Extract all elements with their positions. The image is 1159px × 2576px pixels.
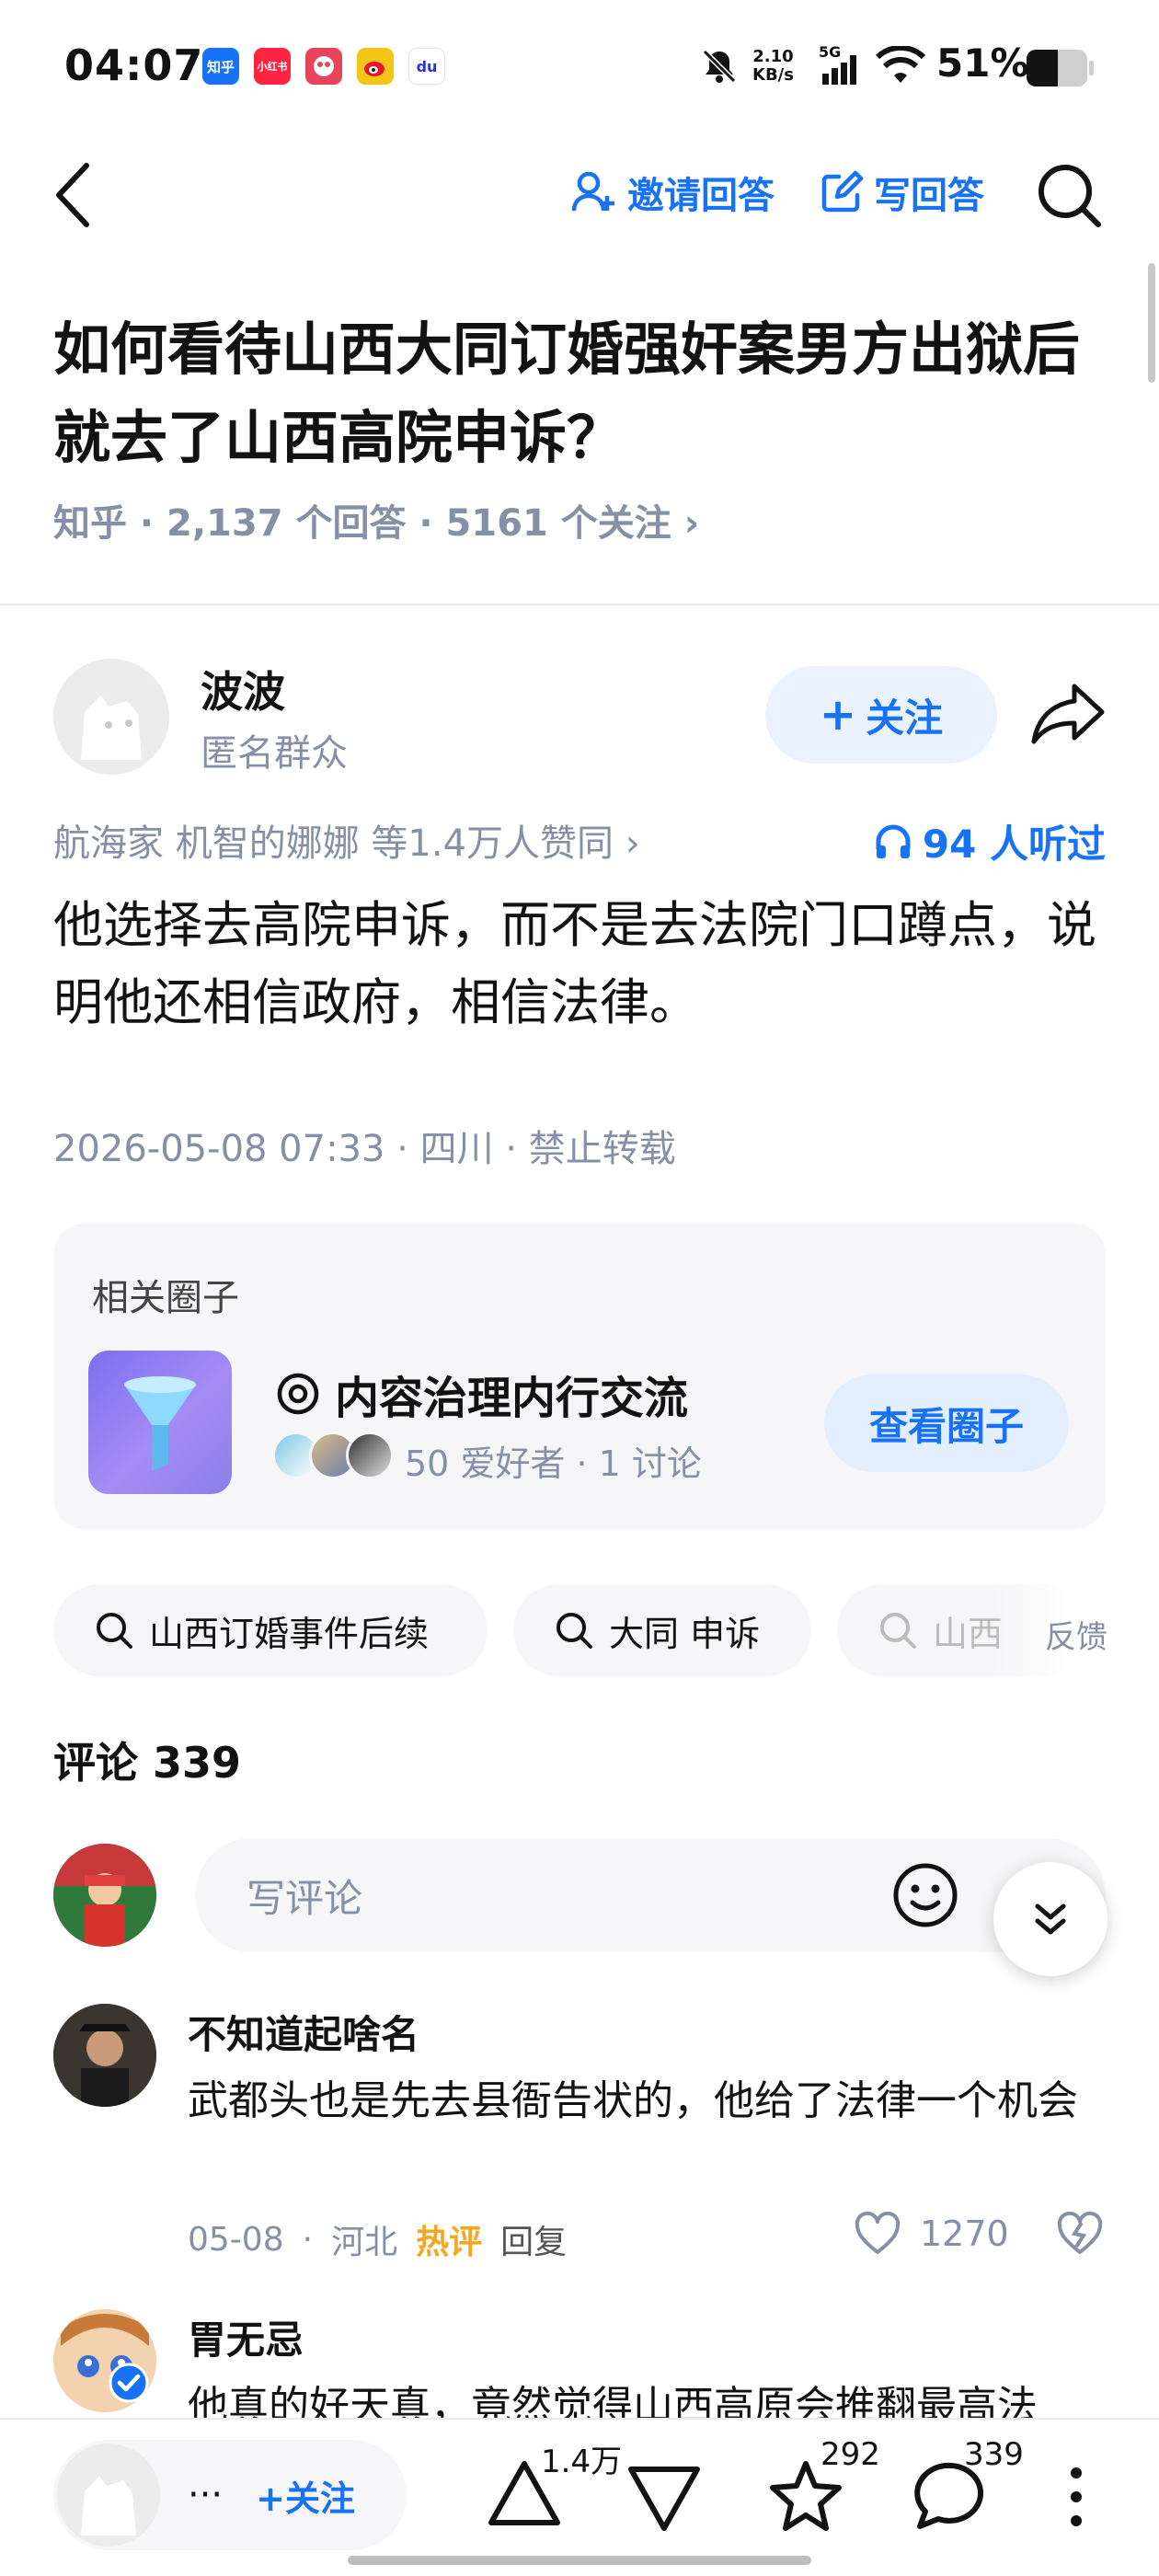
- circle-thumbnail[interactable]: [88, 1351, 232, 1494]
- search-icon: [878, 1610, 918, 1650]
- circle-name[interactable]: 内容治理内行交流: [276, 1362, 688, 1426]
- answer-meta: 2026-05-08 07:33 · 四川 · 禁止转载: [53, 1128, 676, 1170]
- net-speed: 2.10 KB/s: [752, 47, 794, 85]
- comment-separator: ·: [302, 2220, 314, 2259]
- like-count: 1270: [920, 2214, 1009, 2254]
- divider: [0, 604, 1159, 605]
- search-icon[interactable]: [1034, 160, 1104, 230]
- view-circle-button[interactable]: 查看圈子: [824, 1374, 1069, 1472]
- network-type: 5G: [819, 43, 841, 61]
- comment-text: 他真的好天真，竟然觉得山西高原会推翻最高法: [188, 2383, 1038, 2418]
- question-meta[interactable]: 知乎 · 2,137 个回答 · 5161 个关注 ›: [53, 493, 699, 546]
- comment-date: 05-08: [188, 2220, 284, 2259]
- home-indicator[interactable]: [348, 2556, 811, 2565]
- write-answer-button[interactable]: 写回答: [819, 166, 984, 219]
- follow-button[interactable]: + 关注: [765, 666, 997, 764]
- search-icon: [554, 1610, 594, 1650]
- reply-button[interactable]: 回复: [500, 2215, 567, 2263]
- author-subtitle: 匿名群众: [201, 732, 348, 775]
- comments-header: 评论 339: [53, 1738, 242, 1788]
- share-icon[interactable]: [1028, 681, 1107, 747]
- related-circle-label: 相关圈子: [92, 1277, 239, 1319]
- answer-text: 他选择去高院申诉，而不是去法院门口蹲点，说明他还相信政府，相信法律。: [53, 896, 1096, 1031]
- invite-answer-label: 邀请回答: [627, 175, 775, 217]
- member-avatar: [346, 1432, 394, 1479]
- emoji-icon[interactable]: [890, 1860, 960, 1930]
- search-icon: [94, 1610, 134, 1650]
- battery-icon: [1025, 48, 1095, 88]
- plus-icon: +: [256, 2478, 285, 2519]
- follow-label: 关注: [866, 695, 944, 741]
- bottom-follow-label: 关注: [285, 2478, 356, 2519]
- comment-text: 武都头也是先去县衙告状的，他给了法律一个机会: [188, 2077, 1078, 2124]
- game-app-icon: [305, 48, 342, 85]
- comment-input-placeholder: 写评论: [247, 1875, 363, 1921]
- more-dots[interactable]: ···: [188, 2474, 223, 2516]
- more-vertical-icon[interactable]: [1065, 2466, 1087, 2528]
- commenter-avatar[interactable]: [53, 2004, 156, 2107]
- invite-answer-button[interactable]: 邀请回答: [570, 166, 775, 219]
- heart-icon: [854, 2212, 901, 2256]
- comment-text-clip: 他真的好天真，竟然觉得山西高原会推翻最高法: [188, 2377, 1107, 2418]
- headphones-icon: [873, 822, 913, 862]
- invite-person-icon: [570, 168, 618, 216]
- search-chip-label: 山西: [933, 1613, 1004, 1654]
- my-avatar[interactable]: [53, 1844, 156, 1947]
- circle-name-label: 内容治理内行交流: [335, 1373, 689, 1424]
- downvote-icon[interactable]: [625, 2464, 703, 2534]
- mute-bell-icon: [699, 46, 740, 86]
- bottom-author-avatar[interactable]: [57, 2444, 160, 2547]
- hot-comment-badge: 热评: [416, 2224, 483, 2261]
- dislike-heart-icon[interactable]: [1056, 2212, 1104, 2256]
- question-title[interactable]: 如何看待山西大同订婚强奸案男方出狱后就去了山西高院申诉？: [53, 305, 1111, 482]
- comment-count: 339: [964, 2436, 1024, 2473]
- comment-like-button[interactable]: 1270: [854, 2212, 1009, 2256]
- wifi-icon: [876, 46, 925, 86]
- listen-label: 94 人听过: [922, 822, 1106, 867]
- listen-count[interactable]: 94 人听过: [873, 813, 1106, 869]
- battery-percent: 51%: [936, 40, 1029, 86]
- verified-badge-icon: [109, 2363, 149, 2403]
- plus-icon: +: [819, 689, 857, 741]
- author-avatar[interactable]: [53, 659, 169, 775]
- upvote-count: 1.4万: [541, 2444, 623, 2480]
- search-chip[interactable]: 山西订婚事件后续: [53, 1584, 488, 1676]
- zhihu-app-icon: 知乎: [202, 48, 239, 85]
- feedback-link[interactable]: 反馈: [1045, 1612, 1107, 1657]
- edit-pen-icon: [819, 169, 865, 215]
- circle-target-icon: [276, 1372, 320, 1416]
- cellular-signal-icon: 5G: [817, 42, 865, 90]
- write-answer-label: 写回答: [874, 175, 984, 217]
- weibo-app-icon: [357, 48, 394, 85]
- circle-stats: 50 爱好者 · 1 讨论: [405, 1443, 702, 1484]
- search-chip-label: 山西订婚事件后续: [149, 1613, 430, 1654]
- favorite-count: 292: [820, 2436, 880, 2473]
- status-time: 04:07: [64, 40, 204, 90]
- comment-input[interactable]: 写评论: [195, 1838, 1106, 1952]
- comment-location: 河北: [331, 2224, 398, 2261]
- commenter-name[interactable]: 胃无忌: [188, 2309, 304, 2365]
- double-chevron-down-icon: [1028, 1897, 1073, 1941]
- search-chip-label: 大同 申诉: [609, 1613, 761, 1654]
- baidu-app-icon: du: [408, 48, 445, 85]
- bottom-follow-button[interactable]: +关注: [256, 2470, 355, 2521]
- xiaohongshu-app-icon: 小红书: [254, 48, 291, 85]
- upvote-summary[interactable]: 航海家 机智的娜娜 等1.4万人赞同 ›: [53, 813, 640, 867]
- comment-meta: 05-08 · 河北 热评 回复: [188, 2215, 567, 2263]
- author-name[interactable]: 波波: [201, 659, 285, 719]
- commenter-name[interactable]: 不知道起啥名: [188, 2004, 419, 2060]
- collapse-button[interactable]: [993, 1862, 1107, 1976]
- search-chip[interactable]: 大同 申诉: [513, 1584, 811, 1676]
- scrollbar[interactable]: [1148, 263, 1155, 383]
- bottom-author-pill[interactable]: ··· +关注: [53, 2440, 407, 2550]
- back-arrow-icon[interactable]: [52, 162, 96, 228]
